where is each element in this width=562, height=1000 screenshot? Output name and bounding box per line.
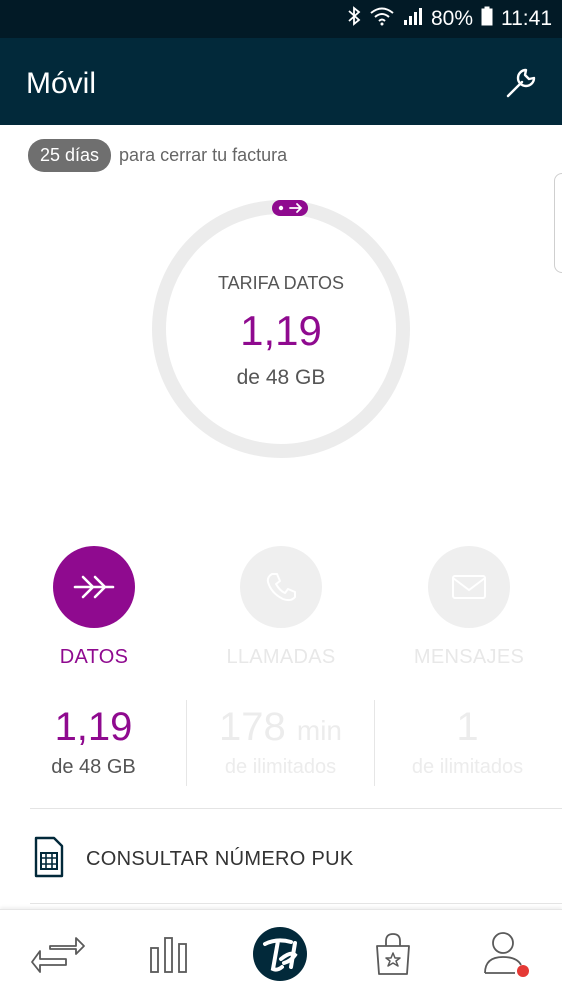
stat-datos-sub: de 48 GB bbox=[51, 756, 136, 778]
bar-chart-icon bbox=[148, 934, 188, 979]
tab-llamadas-label: LLAMADAS bbox=[226, 646, 336, 668]
consult-puk-label: CONSULTAR NÚMERO PUK bbox=[86, 848, 354, 870]
sim-card-icon bbox=[34, 836, 64, 883]
battery-icon bbox=[481, 6, 493, 32]
nav-consumption[interactable] bbox=[138, 928, 198, 984]
signal-icon bbox=[403, 7, 423, 31]
divider bbox=[30, 808, 562, 809]
shopping-bag-icon bbox=[373, 932, 413, 981]
status-bar: 80% 11:41 bbox=[0, 0, 562, 38]
tab-datos-label: DATOS bbox=[59, 646, 129, 668]
consult-puk-row[interactable]: CONSULTAR NÚMERO PUK bbox=[34, 836, 354, 883]
tab-mensajes[interactable]: MENSAJES bbox=[389, 546, 549, 669]
clock: 11:41 bbox=[501, 7, 552, 30]
stat-mensajes: 1 de ilimitados bbox=[374, 705, 561, 779]
profile-icon bbox=[481, 931, 531, 982]
stat-llamadas-sub: de ilimitados bbox=[224, 756, 337, 778]
swap-arrows-icon bbox=[30, 932, 86, 981]
phone-icon bbox=[240, 546, 322, 628]
tab-llamadas[interactable]: LLAMADAS bbox=[201, 546, 361, 669]
wifi-icon bbox=[369, 6, 395, 32]
nav-shop[interactable] bbox=[363, 928, 423, 984]
tab-datos[interactable]: DATOS bbox=[14, 546, 174, 669]
divider bbox=[30, 903, 562, 904]
ring-caption: TARIFA DATOS bbox=[217, 273, 345, 293]
stat-mensajes-value: 1 bbox=[456, 705, 479, 749]
stat-datos: 1,19 de 48 GB bbox=[0, 705, 187, 779]
envelope-icon bbox=[428, 546, 510, 628]
days-badge: 25 días bbox=[28, 139, 112, 172]
wrench-icon[interactable] bbox=[502, 64, 540, 102]
side-handle[interactable] bbox=[554, 173, 562, 273]
stat-datos-value: 1,19 bbox=[54, 705, 133, 749]
stat-llamadas-value: 178 bbox=[219, 705, 286, 749]
app-bar: Móvil bbox=[0, 38, 562, 125]
nav-profile[interactable] bbox=[476, 928, 536, 984]
bottom-nav bbox=[0, 909, 562, 1000]
brand-logo-icon bbox=[251, 925, 309, 988]
nav-home[interactable] bbox=[250, 926, 310, 984]
nav-swap[interactable] bbox=[28, 928, 88, 984]
bluetooth-icon bbox=[347, 6, 361, 32]
page-title: Móvil bbox=[26, 67, 97, 100]
billing-text: para cerrar tu factura bbox=[119, 145, 288, 165]
battery-percent: 80% bbox=[430, 7, 473, 30]
tab-mensajes-label: MENSAJES bbox=[413, 646, 525, 668]
billing-countdown: 25 días para cerrar tu factura bbox=[28, 139, 287, 172]
ring-value: 1,19 bbox=[240, 307, 322, 354]
ring-progress-marker bbox=[272, 200, 308, 216]
notification-badge bbox=[517, 964, 529, 977]
ring-subtitle: de 48 GB bbox=[236, 366, 326, 389]
stat-mensajes-sub: de ilimitados bbox=[411, 756, 524, 778]
stat-llamadas-unit: min bbox=[296, 715, 342, 746]
stat-llamadas: 178 min de ilimitados bbox=[187, 705, 374, 779]
data-arrow-icon bbox=[53, 546, 135, 628]
